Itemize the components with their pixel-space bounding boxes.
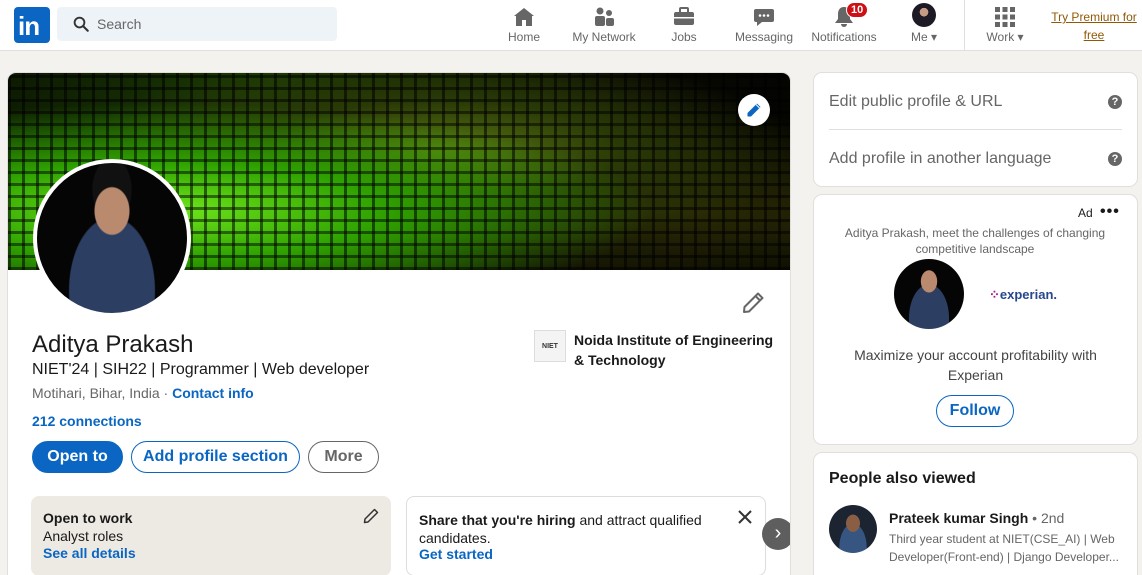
ad-description: Aditya Prakash, meet the challenges of c… [844,226,1106,256]
chevron-down-icon: ▾ [1017,30,1024,44]
nav-messaging-label: Messaging [734,30,794,44]
hiring-text: Share that you're hiring and attract qua… [419,512,702,546]
avatar[interactable] [829,505,877,553]
nav-home[interactable]: Home [499,0,549,51]
close-icon[interactable] [737,509,753,525]
people-also-viewed-card: People also viewed Prateek kumar Singh •… [814,453,1137,575]
grid-icon [995,7,1015,27]
ad-label: Ad [1078,206,1093,220]
network-icon [595,7,614,26]
open-to-work-title: Open to work [43,510,133,526]
open-to-button[interactable]: Open to [32,441,123,473]
connections-link[interactable]: 212 connections [32,413,142,429]
profile-settings-card: Edit public profile & URL ? Add profile … [814,73,1137,186]
profile-name: Aditya Prakash [32,331,194,358]
open-to-work-roles: Analyst roles [43,528,124,544]
nav-work-label: Work ▾ [986,30,1024,44]
pencil-icon [747,103,761,117]
nav-me[interactable]: Me ▾ [900,0,948,51]
search-icon [73,16,89,32]
person-headline: Third year student at NIET(CSE_AI) | Web… [889,532,1119,564]
experian-logo: ⁘experian. [989,287,1057,302]
nav-my-network-label: My Network [572,30,636,44]
follow-button[interactable]: Follow [936,395,1014,427]
nav-notifications-label: Notifications [811,30,877,44]
ad-headline: Maximize your account profitability with… [854,347,1097,383]
help-icon[interactable]: ? [1108,152,1122,166]
more-button[interactable]: More [308,441,379,473]
chevron-right-icon: › [774,522,782,544]
school-name: Noida Institute of Engineering & Technol… [574,332,774,368]
contact-info-link[interactable]: Contact info [172,385,254,401]
people-also-viewed-title: People also viewed [829,470,976,487]
carousel-next-button[interactable]: › [762,518,790,550]
search-input[interactable]: Search [97,16,141,32]
school-logo: NIET [534,330,566,362]
nav-me-label: Me ▾ [910,30,938,44]
nav-home-label: Home [507,30,540,44]
home-icon [514,8,534,26]
divider [829,129,1122,130]
more-options-icon[interactable]: ••• [1100,203,1120,221]
avatar [912,3,936,27]
chevron-down-icon: ▾ [930,30,938,44]
edit-intro-icon[interactable] [741,291,765,315]
profile-card: Aditya Prakash NIET'24 | SIH22 | Program… [8,73,790,575]
try-premium-link[interactable]: Try Premium for free [1046,8,1142,44]
search-bar[interactable]: Search [57,7,337,41]
hiring-card: Share that you're hiring and attract qua… [406,496,766,575]
edit-banner-button[interactable] [738,94,770,126]
ad-user-avatar [894,259,964,329]
profile-headline: NIET'24 | SIH22 | Programmer | Web devel… [32,361,370,378]
linkedin-logo[interactable]: in [14,7,50,43]
briefcase-icon [674,7,694,25]
get-started-link[interactable]: Get started [419,546,493,562]
nav-divider [964,0,965,51]
nav-jobs[interactable]: Jobs [659,0,709,51]
profile-location: Motihari, Bihar, India · Contact info [32,385,254,401]
global-nav: in Search Home My Network Jobs Messaging… [0,0,1142,51]
open-to-work-card: Open to work Analyst roles See all detai… [31,496,391,575]
education-link[interactable]: NIET Noida Institute of Engineering & Te… [534,330,774,370]
add-profile-language-link[interactable]: Add profile in another language ? [829,150,1122,168]
messaging-icon [754,9,774,26]
nav-jobs-label: Jobs [671,30,697,44]
add-profile-section-button[interactable]: Add profile section [131,441,300,473]
nav-work[interactable]: Work ▾ [980,0,1030,51]
nav-notifications[interactable]: 10 Notifications [806,0,882,51]
edit-public-profile-link[interactable]: Edit public profile & URL ? [829,93,1122,111]
help-icon[interactable]: ? [1108,95,1122,109]
ad-card: Ad ••• Aditya Prakash, meet the challeng… [814,195,1137,444]
nav-messaging[interactable]: Messaging [731,0,797,51]
nav-my-network[interactable]: My Network [566,0,642,51]
connection-degree: • 2nd [1028,510,1065,526]
see-all-details-link[interactable]: See all details [43,545,136,561]
notifications-badge: 10 [846,2,869,18]
pencil-icon[interactable] [363,508,379,524]
profile-photo[interactable] [33,159,191,317]
person-name-link[interactable]: Prateek kumar Singh • 2nd [889,510,1064,526]
